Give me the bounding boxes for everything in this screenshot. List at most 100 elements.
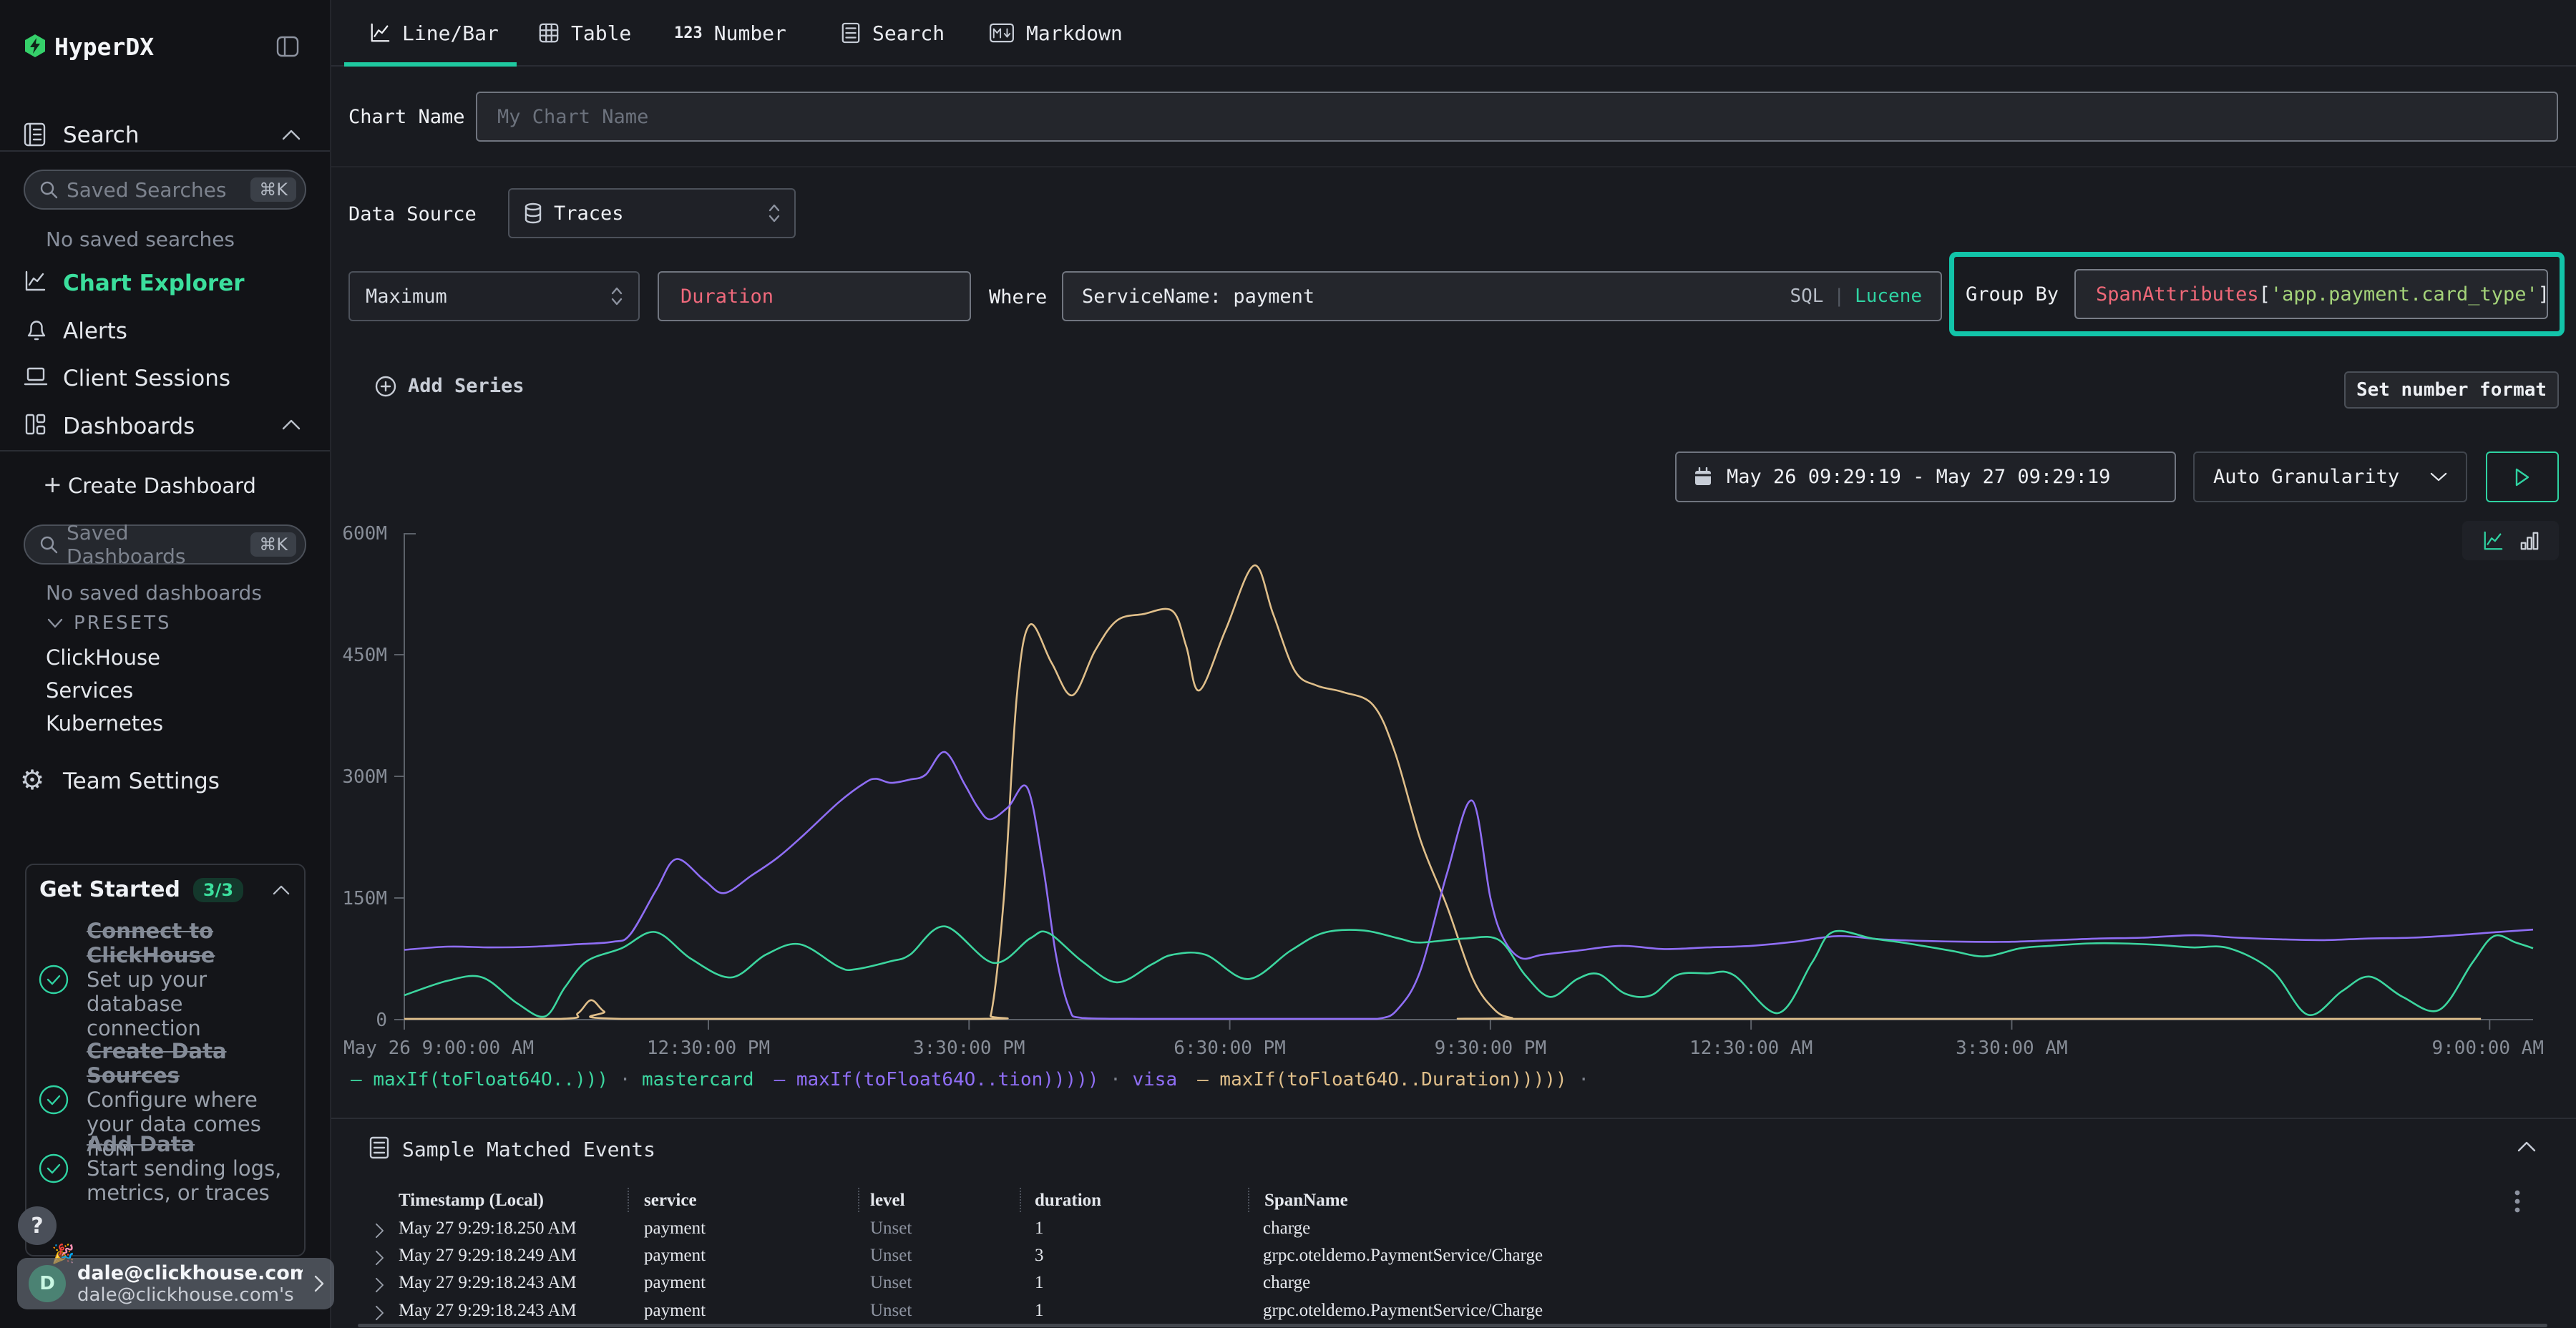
saved-searches-input[interactable]: Saved Searches ⌘K (24, 170, 306, 210)
chevron-down-icon[interactable] (47, 618, 63, 628)
collapse-sidebar-icon[interactable] (276, 36, 299, 57)
chevron-right-icon (314, 1275, 324, 1292)
sql-toggle[interactable]: SQL (1790, 285, 1823, 307)
where-input[interactable]: ServiceName: payment SQL | Lucene (1062, 271, 1942, 321)
get-started-header[interactable]: Get Started 3/3 (39, 877, 290, 902)
chevron-up-icon[interactable] (282, 129, 301, 140)
lang-divider: | (1833, 285, 1845, 307)
timeseries-chart[interactable]: 600M450M300M150M0May 26 9:00:00 AM12:30:… (404, 533, 2533, 1020)
user-menu[interactable]: D dale@clickhouse.com dale@clickhouse.co… (17, 1258, 334, 1309)
add-series-button[interactable]: Add Series (375, 375, 525, 397)
sidebar-item-client-sessions[interactable]: Client Sessions (63, 366, 230, 391)
legend-item-empty[interactable]: — maxIf(toFloat64O..Duration))))) · (1197, 1069, 1601, 1090)
expand-row-icon[interactable] (375, 1250, 384, 1266)
column-separator[interactable] (858, 1188, 859, 1212)
aggregation-select[interactable]: Maximum (348, 271, 640, 321)
kebab-menu-icon[interactable] (2514, 1189, 2520, 1214)
sidebar-item-alerts[interactable]: Alerts (63, 318, 127, 344)
check-circle-icon (38, 1084, 69, 1115)
cell-service: payment (644, 1273, 706, 1293)
date-range-picker[interactable]: May 26 09:29:19 - May 27 09:29:19 (1675, 451, 2176, 502)
expand-row-icon[interactable] (375, 1305, 384, 1321)
x-tick-label: 12:30:00 AM (1689, 1038, 1813, 1059)
chevron-up-icon[interactable] (273, 884, 290, 895)
y-tick-label: 150M (342, 888, 387, 909)
x-tick-label: 12:30:00 PM (647, 1038, 770, 1059)
horizontal-scrollbar[interactable] (358, 1324, 2547, 1327)
col-service[interactable]: service (644, 1191, 697, 1211)
cell-duration: 1 (1035, 1219, 1044, 1239)
column-separator[interactable] (1248, 1188, 1249, 1212)
tab-markdown[interactable]: Markdown (967, 0, 1144, 66)
select-chevrons-icon (611, 286, 623, 306)
field-value: Duration (680, 285, 774, 308)
presets-label[interactable]: PRESETS (74, 612, 172, 634)
get-started-item[interactable]: Connect to ClickHouse Set up your databa… (38, 919, 285, 1040)
get-started-item-subtitle: Start sending logs, metrics, or traces (87, 1156, 285, 1205)
expand-row-icon[interactable] (375, 1223, 384, 1239)
shortcut-badge: ⌘K (250, 532, 296, 557)
help-button[interactable]: ? (18, 1206, 57, 1245)
plus-icon: + (43, 471, 62, 498)
tab-label: Search (872, 21, 945, 45)
saved-dashboards-input[interactable]: Saved Dashboards ⌘K (24, 524, 306, 565)
sidebar-item-chart-explorer[interactable]: Chart Explorer (63, 270, 245, 296)
group-by-fn: SpanAttributes (2096, 283, 2259, 306)
chevron-up-icon[interactable] (282, 419, 301, 430)
run-query-button[interactable] (2486, 451, 2559, 502)
sidebar-item-search[interactable]: Search (63, 122, 140, 148)
tab-number[interactable]: 123 Number (653, 0, 808, 66)
lucene-toggle[interactable]: Lucene (1855, 285, 1922, 307)
table-row[interactable]: May 27 9:29:18.250 AM payment Unset 1 ch… (331, 1219, 2576, 1246)
sidebar-item-dashboards[interactable]: Dashboards (63, 414, 195, 439)
tab-label: Markdown (1026, 21, 1123, 45)
laptop-icon (24, 366, 48, 389)
tab-label: Number (714, 21, 786, 45)
set-number-format-button[interactable]: Set number format (2344, 371, 2559, 409)
table-row[interactable]: May 27 9:29:18.249 AM payment Unset 3 gr… (331, 1246, 2576, 1273)
create-dashboard-button[interactable]: Create Dashboard (68, 474, 256, 498)
get-started-title: Get Started (39, 877, 180, 902)
search-icon (39, 180, 58, 199)
col-duration[interactable]: duration (1035, 1191, 1101, 1211)
table-icon (538, 22, 560, 44)
get-started-item[interactable]: Add Data Start sending logs, metrics, or… (38, 1132, 285, 1205)
cell-level: Unset (870, 1246, 912, 1266)
cell-service: payment (644, 1219, 706, 1239)
column-separator[interactable] (628, 1188, 629, 1212)
field-input[interactable]: Duration (658, 271, 971, 321)
tab-search[interactable]: Search (819, 0, 966, 66)
table-row[interactable]: May 27 9:29:18.243 AM payment Unset 1 ch… (331, 1273, 2576, 1300)
legend-item-visa[interactable]: — maxIf(toFloat64O..tion))))) · visa (774, 1069, 1178, 1090)
get-started-item-title: Add Data (87, 1132, 285, 1156)
column-separator[interactable] (1020, 1188, 1021, 1212)
preset-kubernetes[interactable]: Kubernetes (46, 711, 163, 736)
col-timestamp[interactable]: Timestamp (Local) (399, 1191, 544, 1211)
bell-icon (26, 318, 47, 342)
group-by-open: [ (2259, 283, 2270, 306)
chevron-up-icon[interactable] (2517, 1141, 2536, 1152)
check-circle-icon (38, 1153, 69, 1184)
preset-clickhouse[interactable]: ClickHouse (46, 645, 160, 670)
calendar-icon (1694, 467, 1712, 487)
hyperdx-app: HyperDX Search Saved Searches ⌘K No save… (0, 0, 2576, 1328)
legend-item-mastercard[interactable]: — maxIf(toFloat64O..))) · mastercard (351, 1069, 754, 1090)
events-panel-icon (369, 1136, 390, 1159)
search-icon (39, 535, 58, 554)
tab-line-bar[interactable]: Line/Bar (344, 0, 520, 66)
group-by-input[interactable]: SpanAttributes['app.payment.card_type'] (2074, 269, 2548, 319)
chart-name-input[interactable] (476, 92, 2558, 142)
group-by-close: ] (2538, 283, 2548, 306)
col-level[interactable]: level (870, 1191, 905, 1211)
granularity-select[interactable]: Auto Granularity (2193, 451, 2467, 502)
tab-table[interactable]: Table (517, 0, 653, 66)
col-spanname[interactable]: SpanName (1264, 1191, 1348, 1211)
panel-divider (331, 1118, 2576, 1119)
preset-services[interactable]: Services (46, 678, 133, 703)
data-source-value: Traces (554, 202, 757, 225)
expand-row-icon[interactable] (375, 1277, 384, 1293)
user-email: dale@clickhouse.com (77, 1262, 303, 1284)
sidebar-item-team-settings[interactable]: Team Settings (63, 768, 220, 794)
data-source-select[interactable]: Traces (508, 188, 796, 238)
group-by-highlight: Group By SpanAttributes['app.payment.car… (1949, 252, 2565, 336)
